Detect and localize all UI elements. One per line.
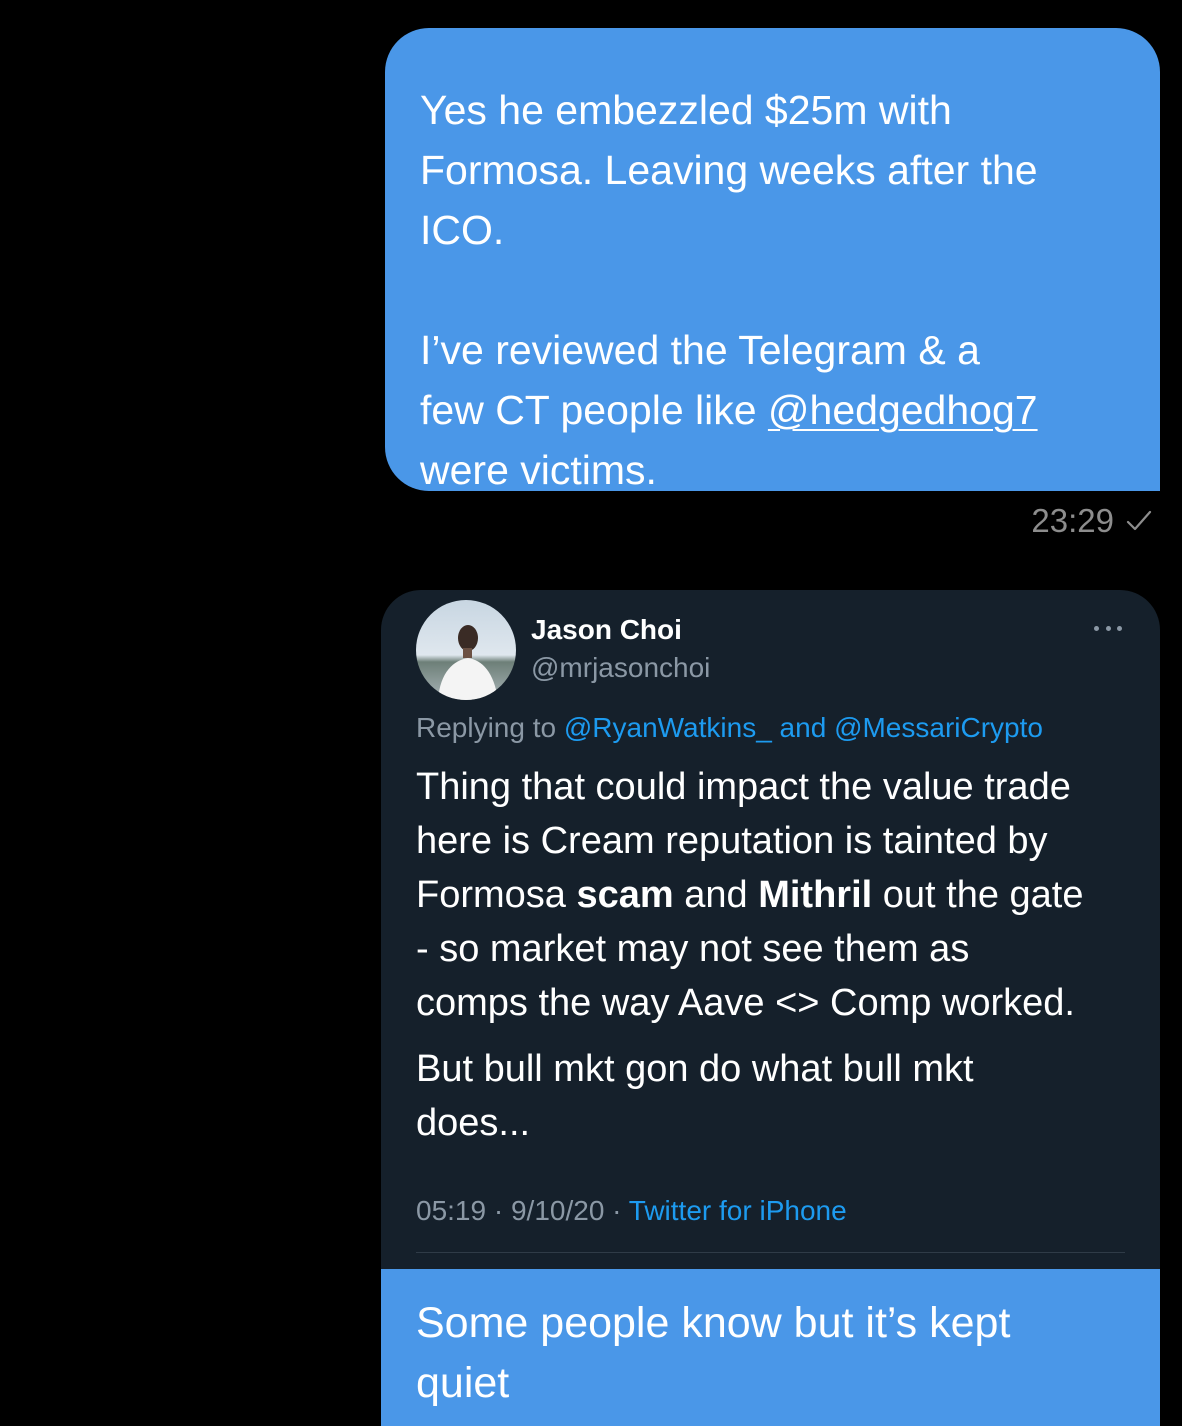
- tweet-author-handle[interactable]: @mrjasonchoi: [531, 652, 710, 684]
- message-line: few CT people like: [420, 387, 768, 433]
- tweet-line: comps the way Aave <> Comp worked.: [416, 982, 1075, 1024]
- reply-and-text: and: [771, 712, 835, 743]
- tweet-time: 05:19: [416, 1195, 487, 1226]
- tweet-line: Formosa: [416, 874, 577, 916]
- tweet-author-name[interactable]: Jason Choi: [531, 614, 682, 646]
- tweet-line: - so market may not see them as: [416, 928, 970, 970]
- dot: [1117, 625, 1122, 631]
- tweet-line: and: [673, 874, 759, 916]
- bold-word: Mithril: [758, 874, 873, 916]
- divider: [416, 1252, 1125, 1253]
- meta-separator: ·: [604, 1195, 629, 1226]
- mention-link[interactable]: @hedgedhog7: [768, 387, 1038, 433]
- replying-label: Replying to: [416, 712, 564, 743]
- outgoing-message-bubble[interactable]: Yes he embezzled $25m with Formosa. Leavi…: [385, 28, 1160, 493]
- tweet-paragraph: Thing that could impact the value trade h…: [416, 760, 1136, 1030]
- tweet-line: Thing that could impact the value trade: [416, 766, 1071, 808]
- message-text: Some people know but it’s kept quiet: [416, 1293, 1124, 1413]
- tweet-source-link[interactable]: Twitter for iPhone: [629, 1195, 847, 1226]
- bold-word: scam: [576, 874, 674, 916]
- dot: [1094, 625, 1099, 631]
- avatar-photo: [416, 600, 516, 700]
- tweet-line: out the gate: [872, 874, 1084, 916]
- replying-to: Replying to @RyanWatkins_ and @MessariCr…: [416, 712, 1043, 744]
- tweet-line: here is Cream reputation is tainted by: [416, 820, 1048, 862]
- message-line: Yes he embezzled $25m with: [420, 87, 952, 133]
- message-timestamp: 23:29: [1031, 502, 1154, 540]
- user-avatar[interactable]: [416, 600, 516, 700]
- tweet-line: But bull mkt gon do what bull mkt: [416, 1048, 974, 1090]
- reply-mention-link[interactable]: @MessariCrypto: [834, 712, 1043, 743]
- outgoing-message-bubble[interactable]: Some people know but it’s kept quiet: [381, 1269, 1160, 1426]
- tweet-date: 9/10/20: [510, 1195, 605, 1226]
- tweet-metadata: 05:19 · 9/10/20 · Twitter for iPhone: [416, 1195, 847, 1227]
- message-line: Formosa. Leaving weeks after the: [420, 147, 1038, 193]
- tweet-line: does...: [416, 1102, 531, 1144]
- meta-separator: ·: [486, 1195, 511, 1226]
- tweet-text: Thing that could impact the value trade h…: [416, 760, 1136, 1150]
- timestamp-text: 23:29: [1031, 502, 1114, 539]
- dot: [1105, 625, 1111, 631]
- message-line: I’ve reviewed the Telegram & a: [420, 327, 980, 373]
- message-line: ICO.: [420, 207, 505, 253]
- reply-mention-link[interactable]: @RyanWatkins_: [564, 712, 772, 743]
- message-line: were victims.: [420, 447, 657, 493]
- more-horizontal-icon[interactable]: [1094, 624, 1122, 632]
- checkmark-icon: [1126, 510, 1152, 531]
- message-text: Yes he embezzled $25m with Formosa. Leavi…: [420, 80, 1124, 500]
- message-line: quiet: [416, 1359, 510, 1407]
- tweet-paragraph: But bull mkt gon do what bull mkt does...: [416, 1042, 1136, 1150]
- message-line: Some people know but it’s kept: [416, 1299, 1011, 1347]
